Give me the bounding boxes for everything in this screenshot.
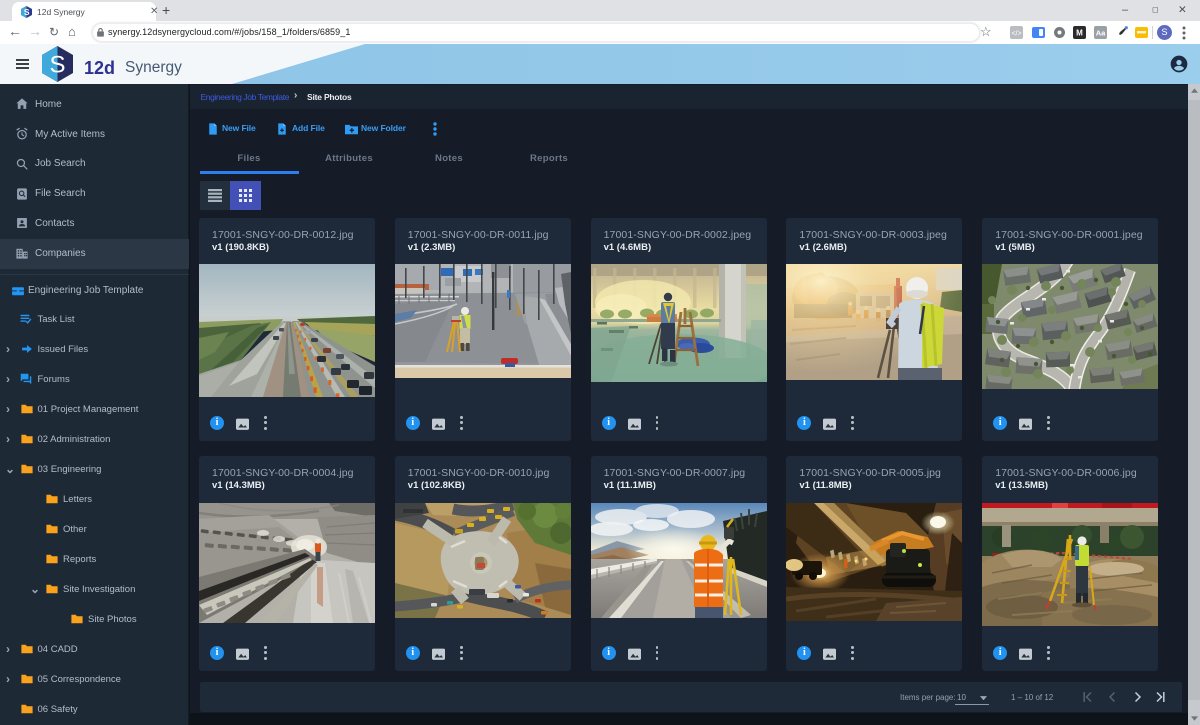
svg-text:S: S [24, 7, 30, 17]
svg-text:S: S [49, 52, 65, 79]
svg-text:Aa: Aa [1096, 29, 1106, 38]
svg-text:</>: </> [1011, 31, 1021, 38]
svg-text:M: M [1076, 29, 1083, 38]
